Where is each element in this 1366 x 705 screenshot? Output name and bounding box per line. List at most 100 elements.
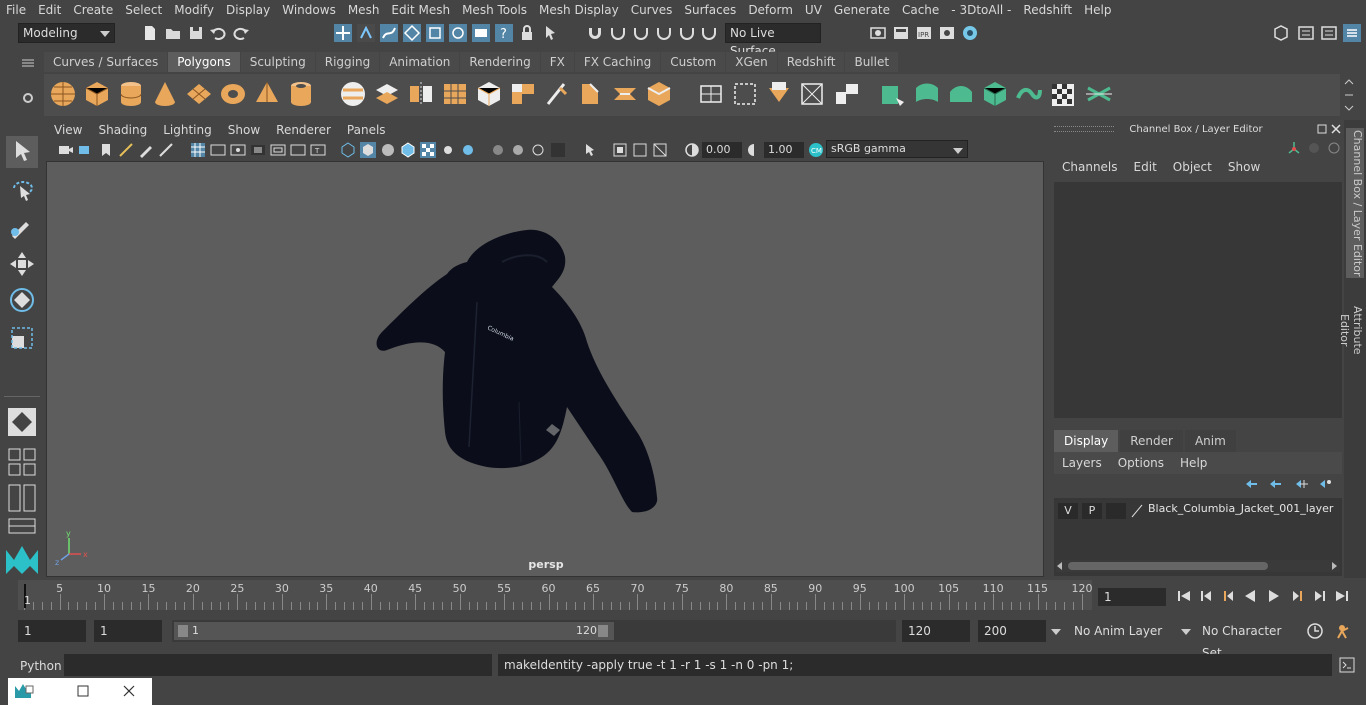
create-layer-from-selected-icon[interactable] bbox=[1318, 478, 1332, 490]
shelf-tab-polygons[interactable]: Polygons bbox=[168, 52, 240, 72]
menu-mesh-display[interactable]: Mesh Display bbox=[533, 3, 625, 17]
perspective-viewport[interactable]: Columbia x y z persp bbox=[46, 161, 1044, 577]
menu-file[interactable]: File bbox=[0, 3, 32, 17]
rotate-tool-icon[interactable] bbox=[6, 284, 38, 316]
use-all-lights-icon[interactable] bbox=[440, 142, 456, 158]
range-slider-end-handle[interactable] bbox=[598, 625, 608, 637]
layer-row[interactable]: V P Black_Columbia_Jacket_001_layer bbox=[1054, 498, 1342, 520]
smooth-shade-icon[interactable] bbox=[360, 142, 376, 158]
tab-render[interactable]: Render bbox=[1120, 430, 1183, 452]
safe-title-icon[interactable]: T bbox=[310, 142, 326, 158]
step-back-key-icon[interactable] bbox=[1220, 588, 1236, 604]
snap-live-toggle-icon[interactable] bbox=[700, 24, 718, 42]
shelf-tab-custom[interactable]: Custom bbox=[661, 52, 726, 72]
shelf-scroll-icon[interactable] bbox=[1344, 78, 1354, 112]
range-slider[interactable]: 1 120 bbox=[172, 620, 896, 642]
shelf-tab-xgen[interactable]: XGen bbox=[726, 52, 777, 72]
isolate-select-icon[interactable] bbox=[582, 142, 598, 158]
poly-sphere-icon[interactable] bbox=[48, 78, 78, 110]
mode-selector[interactable]: Modeling bbox=[18, 23, 115, 43]
layer-menu-options[interactable]: Options bbox=[1110, 456, 1172, 470]
magnet-icon[interactable] bbox=[586, 24, 604, 42]
uv-editor-icon[interactable] bbox=[764, 78, 794, 110]
auto-key-icon[interactable] bbox=[1306, 622, 1324, 640]
chevron-down-icon[interactable] bbox=[1180, 628, 1192, 636]
character-set-dropdown[interactable]: No Character Set bbox=[1196, 620, 1300, 660]
channel-box-content[interactable] bbox=[1054, 182, 1342, 418]
menu-deform[interactable]: Deform bbox=[742, 3, 799, 17]
render-frame-icon[interactable] bbox=[892, 24, 910, 42]
checker-texture-icon[interactable] bbox=[1048, 78, 1078, 110]
menu-uv[interactable]: UV bbox=[799, 3, 828, 17]
animation-start-field[interactable]: 1 bbox=[18, 620, 86, 642]
scroll-left-icon[interactable] bbox=[1056, 562, 1064, 570]
script-editor-icon[interactable] bbox=[1338, 656, 1356, 674]
layout-uv-icon[interactable] bbox=[832, 78, 862, 110]
maya-app-icon[interactable] bbox=[14, 683, 34, 699]
menu-select[interactable]: Select bbox=[119, 3, 168, 17]
viewport-menu-shading[interactable]: Shading bbox=[90, 123, 155, 137]
grease-pencil-icon[interactable] bbox=[138, 142, 154, 158]
screen-space-ao-icon[interactable] bbox=[490, 142, 506, 158]
snap-grid-icon[interactable] bbox=[403, 24, 421, 42]
render-settings-icon[interactable] bbox=[938, 24, 956, 42]
camera-attributes-icon[interactable] bbox=[78, 142, 94, 158]
menu-surfaces[interactable]: Surfaces bbox=[678, 3, 742, 17]
go-to-end-icon[interactable] bbox=[1334, 588, 1350, 604]
play-backwards-icon[interactable] bbox=[1242, 588, 1258, 604]
extrude-icon[interactable] bbox=[508, 78, 538, 110]
hyper-icon[interactable] bbox=[1326, 140, 1342, 156]
film-gate-icon[interactable] bbox=[210, 142, 226, 158]
scene-render[interactable]: Columbia x y z bbox=[47, 162, 1045, 578]
separate-icon[interactable] bbox=[372, 78, 402, 110]
menu-curves[interactable]: Curves bbox=[625, 3, 679, 17]
anti-aliasing-icon[interactable] bbox=[530, 142, 546, 158]
gate-mask-icon[interactable] bbox=[250, 142, 266, 158]
snap-curve-toggle-icon[interactable] bbox=[632, 24, 650, 42]
select-object-icon[interactable] bbox=[357, 24, 375, 42]
playback-start-field[interactable]: 1 bbox=[94, 620, 162, 642]
save-scene-icon[interactable] bbox=[187, 24, 205, 42]
menu-cache[interactable]: Cache bbox=[896, 3, 945, 17]
menu-windows[interactable]: Windows bbox=[276, 3, 342, 17]
freeze-transform-icon[interactable] bbox=[980, 78, 1010, 110]
bevel-icon[interactable] bbox=[576, 78, 606, 110]
shelf-tab-bullet[interactable]: Bullet bbox=[845, 52, 899, 72]
step-forward-key-icon[interactable] bbox=[1290, 588, 1306, 604]
single-pane-layout-icon[interactable] bbox=[6, 446, 38, 478]
color-management-icon[interactable]: CM bbox=[808, 142, 824, 158]
channel-box-menu-show[interactable]: Show bbox=[1220, 160, 1268, 174]
snap-curve-icon[interactable] bbox=[426, 24, 444, 42]
menu-generate[interactable]: Generate bbox=[828, 3, 896, 17]
shelf-tab-curves-surfaces[interactable]: Curves / Surfaces bbox=[44, 52, 168, 72]
menu-mesh-tools[interactable]: Mesh Tools bbox=[456, 3, 533, 17]
x-ray-icon[interactable] bbox=[1084, 78, 1114, 110]
menu-help[interactable]: Help bbox=[1078, 3, 1117, 17]
2d-pan-zoom-icon[interactable] bbox=[158, 142, 174, 158]
viewport-menu-panels[interactable]: Panels bbox=[339, 123, 394, 137]
menu-create[interactable]: Create bbox=[67, 3, 119, 17]
playback-end-field[interactable]: 120 bbox=[902, 620, 970, 642]
frame-selection-icon[interactable] bbox=[632, 142, 648, 158]
float-panel-icon[interactable] bbox=[1316, 123, 1328, 135]
create-empty-layer-icon[interactable] bbox=[1294, 478, 1308, 490]
animation-end-field[interactable]: 200 bbox=[978, 620, 1046, 642]
shelf-settings-gear-icon[interactable] bbox=[20, 90, 36, 106]
tab-anim[interactable]: Anim bbox=[1184, 430, 1236, 452]
menu-mesh[interactable]: Mesh bbox=[342, 3, 386, 17]
shelf-tab-rigging[interactable]: Rigging bbox=[315, 52, 380, 72]
channel-box-menu-edit[interactable]: Edit bbox=[1126, 160, 1165, 174]
quad-draw-icon[interactable] bbox=[912, 78, 942, 110]
step-back-frame-icon[interactable] bbox=[1198, 588, 1214, 604]
automatic-uv-icon[interactable] bbox=[730, 78, 760, 110]
shadows-icon[interactable] bbox=[460, 142, 476, 158]
scale-tool-icon[interactable] bbox=[6, 322, 38, 354]
image-plane-icon[interactable] bbox=[118, 142, 134, 158]
tab-display[interactable]: Display bbox=[1054, 430, 1119, 452]
undo-icon[interactable] bbox=[209, 24, 227, 42]
two-pane-layout-icon[interactable] bbox=[6, 482, 38, 514]
safe-action-icon[interactable] bbox=[290, 142, 306, 158]
jacket-model[interactable]: Columbia bbox=[376, 229, 658, 513]
depth-of-field-icon[interactable] bbox=[550, 142, 566, 158]
menu-edit[interactable]: Edit bbox=[32, 3, 67, 17]
